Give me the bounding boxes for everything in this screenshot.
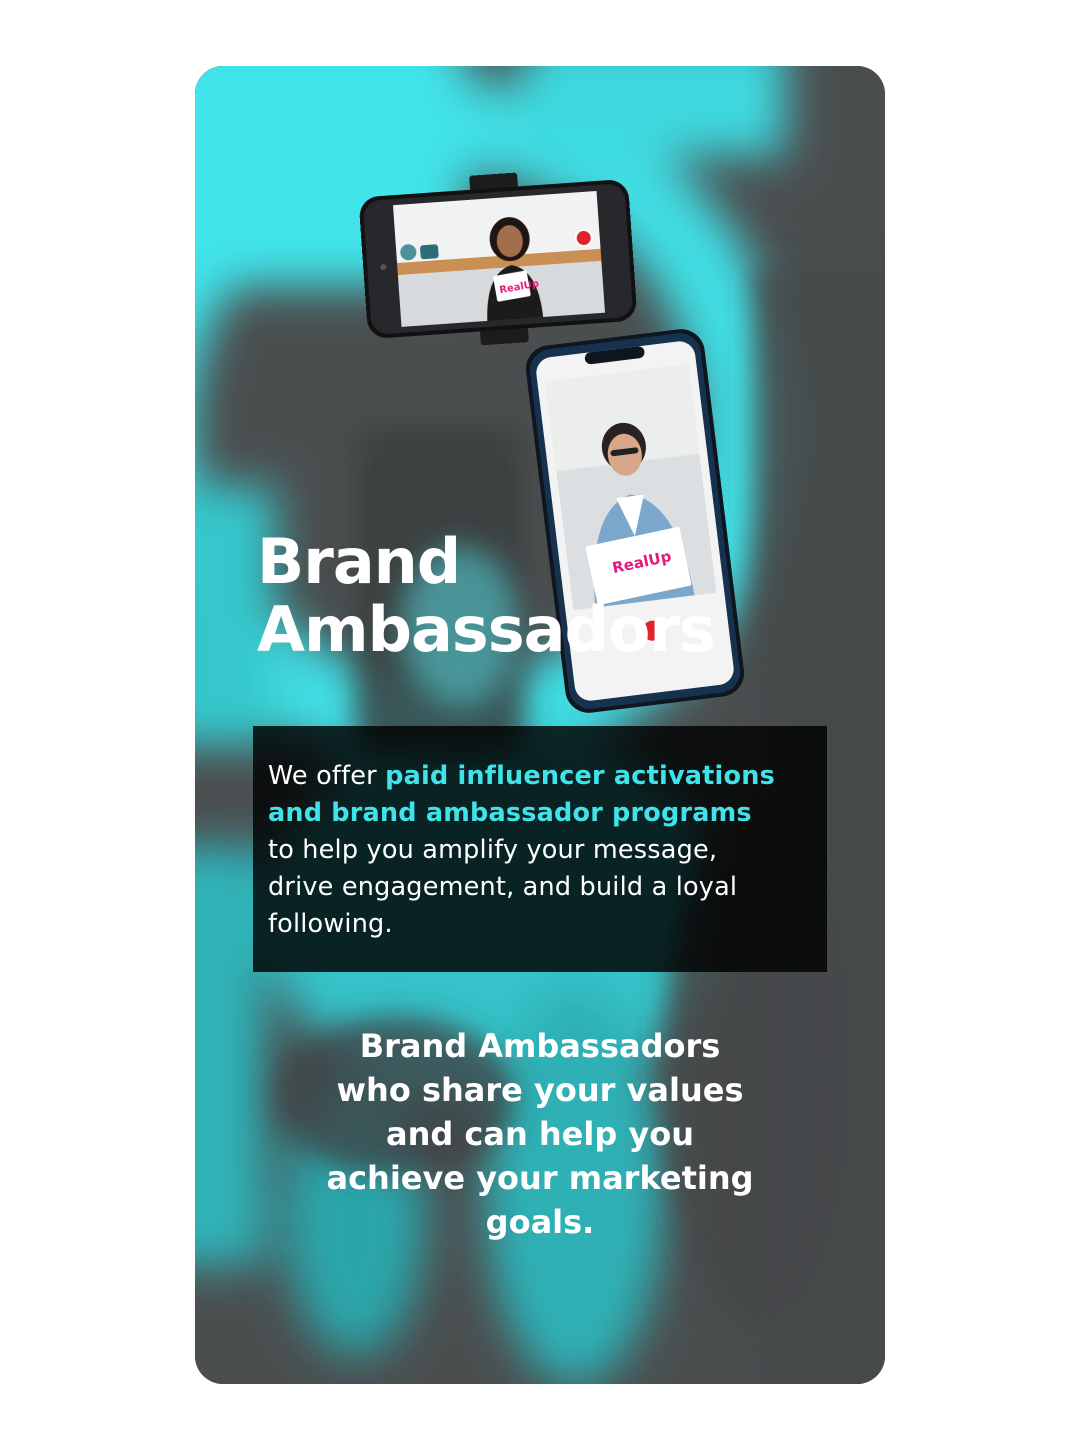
tagline-line-2: who share your values — [336, 1071, 744, 1109]
tagline-line-4: achieve your marketing — [326, 1159, 754, 1197]
highlight-text-1: paid influencer activations — [385, 761, 775, 791]
description-line-3: to help you amplify your message, — [268, 835, 718, 865]
tagline: Brand Ambassadors who share your values … — [255, 1024, 825, 1244]
phone-horizontal-image: RealUp — [357, 165, 638, 353]
description-line-5: following. — [268, 909, 393, 939]
description-line-4: drive engagement, and build a loyal — [268, 872, 738, 902]
highlight-text-2: and brand ambassador programs — [268, 798, 752, 828]
tagline-line-5: goals. — [485, 1203, 595, 1241]
tagline-line-3: and can help you — [385, 1115, 695, 1153]
description-prefix: We offer — [268, 761, 386, 791]
page-title: Brand Ambassadors — [257, 525, 716, 666]
title-line-1: Brand — [257, 525, 461, 598]
description-box: We offer paid influencer activations and… — [253, 726, 827, 972]
tagline-line-1: Brand Ambassadors — [359, 1027, 721, 1065]
ambassadors-card: RealUp RealUp Brand Ambassadors We offer… — [195, 66, 885, 1384]
title-line-2: Ambassadors — [257, 593, 716, 666]
